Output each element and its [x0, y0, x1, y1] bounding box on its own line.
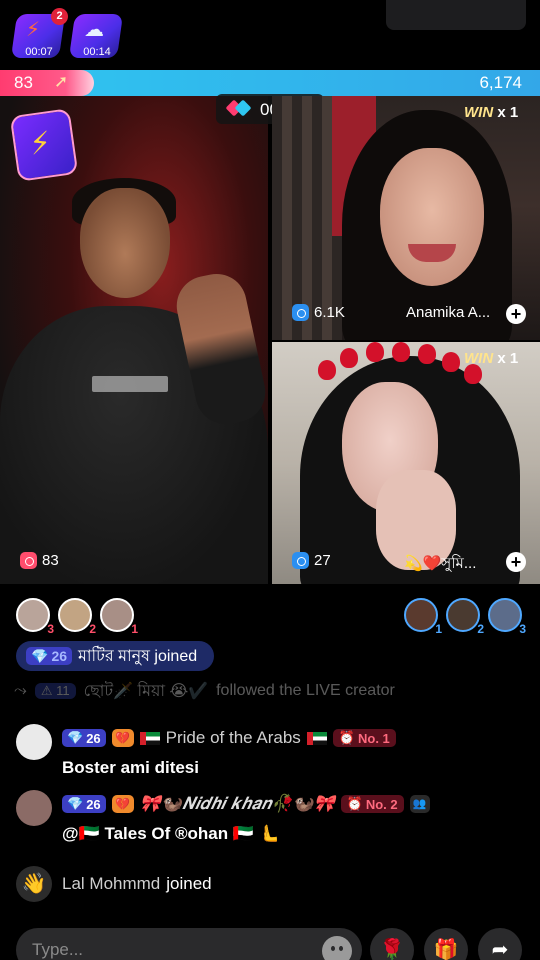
comment-input[interactable] [32, 938, 292, 960]
guest2-name: 💫❤️সুমি... [404, 555, 477, 572]
chat-text: Boster ami ditesi [62, 758, 199, 777]
top-supporter-avatar[interactable]: 2 [446, 598, 484, 636]
join-notice: 👋 Lal Mohmmd joined [16, 866, 536, 902]
top-supporter-avatar[interactable]: 2 [58, 598, 96, 636]
cloud-icon: ☁ [84, 19, 104, 41]
chat-username[interactable]: 🎀🦦𝑵𝒊𝒅𝒉𝒊 𝒌𝒉𝒂𝒏🥀🦦🎀 [140, 794, 335, 814]
guest1-count: 6.1K [292, 304, 345, 321]
rank-badge: ⏰ No. 1 [332, 729, 396, 747]
top-supporter-avatar[interactable]: 1 [100, 598, 138, 636]
guest2-count: 27 [292, 552, 331, 569]
user-level-badge: 💎 26 [62, 729, 106, 747]
avatar[interactable] [16, 790, 52, 826]
top-supporter-avatar[interactable]: 3 [16, 598, 54, 636]
boost-time: 00:07 [25, 46, 53, 58]
user-level: ⚠ 11 [34, 683, 76, 699]
avatar[interactable] [16, 724, 52, 760]
win-multiplier: WIN x 1 [464, 350, 519, 367]
wave-hand-icon: 👋 [16, 866, 52, 902]
boost-count-badge: 2 [51, 8, 68, 25]
strawberry-crown [318, 342, 488, 384]
guest1-name: Anamika A... [406, 304, 491, 321]
boost-timer-lightning[interactable]: ⚡ 2 00:07 [10, 8, 68, 62]
top-supporter-avatar[interactable]: 1 [404, 598, 442, 636]
follow-plus-button[interactable]: + [506, 552, 526, 572]
joined-username[interactable]: Lal Mohmmd [62, 874, 160, 894]
share-arrow-icon: ➦ [491, 939, 509, 960]
joined-banner: 💎 26 মাটির মানুষ joined [16, 641, 214, 671]
chat-message[interactable]: 💎 26 💔 Pride of the Arabs ⏰ No. 1 Boster … [16, 724, 536, 780]
gift-icon: 🎁 [433, 939, 459, 960]
top-supporter-avatar[interactable]: 3 [488, 598, 526, 636]
share-button[interactable]: ➦ [478, 928, 522, 960]
host-video[interactable]: ⚡ 83 [0, 96, 268, 584]
lightning-icon: ⚡ [26, 19, 41, 41]
rose-icon: 🌹 [379, 939, 405, 960]
battle-icon [225, 99, 252, 117]
guest-video-2[interactable]: WIN x 1 27 💫❤️সুমি... + [272, 342, 540, 584]
viewer-icon [20, 552, 37, 569]
boxing-glove-icon[interactable]: ⚡ [9, 108, 79, 182]
top-right-panel[interactable] [386, 0, 526, 30]
viewer-icon [292, 552, 309, 569]
battle-score-bar: 83 ➚ 6,174 [0, 70, 540, 96]
follow-icon: ⤳ [14, 682, 27, 699]
streak-arrow-icon: ➚ [54, 72, 69, 91]
rose-gift-button[interactable]: 🌹 [370, 928, 414, 960]
top-bar: ⚡ 2 00:07 ☁ 00:14 [0, 0, 540, 68]
fan-heart-icon: 💔 [111, 795, 134, 813]
right-team-score: 6,174 [479, 73, 522, 92]
guest1-face [380, 148, 484, 286]
viewer-icon [292, 304, 309, 321]
gift-button[interactable]: 🎁 [424, 928, 468, 960]
boost-time: 00:14 [83, 46, 111, 58]
boost-timer-cloud[interactable]: ☁ 00:14 [68, 14, 124, 62]
emoji-icon[interactable] [322, 936, 352, 960]
host-head [80, 188, 170, 298]
left-team-score: 83 [14, 73, 33, 92]
comment-box[interactable] [16, 928, 362, 960]
rank-badge: ⏰ No. 2 [340, 795, 404, 813]
chat-message[interactable]: 💎 26 💔 🎀🦦𝑵𝒊𝒅𝒉𝒊 𝒌𝒉𝒂𝒏🥀🦦🎀 ⏰ No. 2 👥 @🇦🇪 Tale… [16, 790, 536, 846]
shirt-logo [92, 376, 168, 392]
uae-flag-icon [139, 731, 160, 745]
follow-plus-button[interactable]: + [506, 304, 526, 324]
win-multiplier: WIN x 1 [464, 104, 519, 121]
diamond-level: 💎 26 [26, 647, 73, 665]
user-level-badge: 💎 26 [62, 795, 106, 813]
group-icon: 👥 [409, 795, 430, 813]
host-viewer-count: 83 [20, 552, 59, 569]
chat-username[interactable]: Pride of the Arabs [166, 728, 301, 748]
uae-flag-icon [306, 731, 327, 745]
chat-text: @🇦🇪 Tales Of ®ohan 🇦🇪 🫷 [62, 824, 280, 843]
follow-event: ⤳ ⚠ 11 ছোট🗡️ মিয়া 😭✔️ followed the LIVE… [14, 682, 395, 700]
guest-video-1[interactable]: WIN x 1 6.1K Anamika A... + [272, 96, 540, 340]
fan-heart-icon: 💔 [111, 729, 134, 747]
